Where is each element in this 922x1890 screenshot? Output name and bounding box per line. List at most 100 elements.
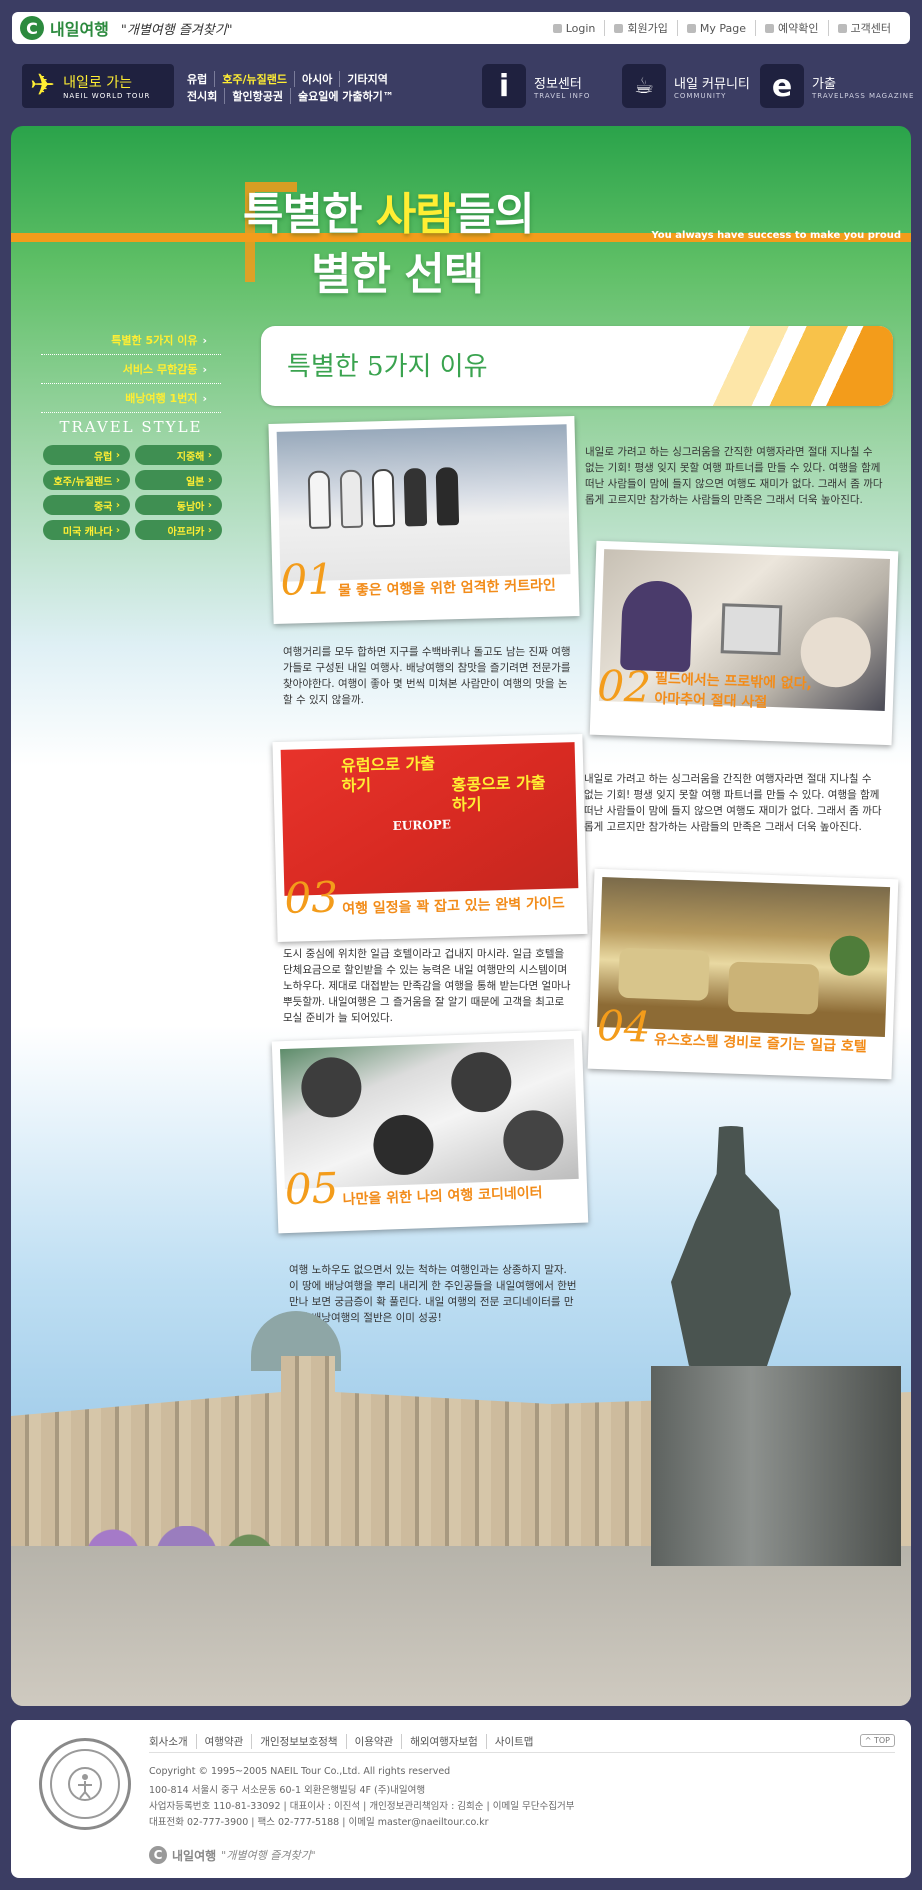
nav-item-getaway[interactable]: 술요일에 가출하기™ [289,88,401,104]
section-title: 특별한 5가지 이유 [287,352,488,382]
nav-row-regions: 유럽 호주/뉴질랜드 아시아 기타지역 [187,71,395,87]
statue-pedestal [651,1366,901,1566]
top-bar: C 내일여행 "개별여행 즐겨찾기" Login 회원가입 My Page 예약… [12,12,910,44]
footer-link-sitemap[interactable]: 사이트맵 [485,1734,542,1749]
nav-item-europe[interactable]: 유럽 [187,71,214,87]
reason-3-description: 내일로 가려고 하는 싱그러움을 간직한 여행자라면 절대 지나칠 수 없는 기… [584,773,882,833]
logo-mark-icon: C [20,16,44,40]
reason-5-description: 여행 노하우도 없으면서 있는 척하는 여행인과는 상종하지 말자. 이 땅에 … [289,1264,577,1324]
nav-brand-sub: NAEIL WORLD TOUR [63,92,151,100]
reason-number: 02 [596,660,652,712]
nav-brand-title: 내일로 가는 [63,75,132,91]
hero-tagline: You always have success to make you prou… [651,230,901,241]
main-content: 특별한 사람들의 별한 선택 You always have success t… [11,126,911,1706]
footer-address: 100-814 서울시 중구 서소문동 60-1 외환은행빌딩 4F (주)내일… [149,1785,426,1796]
nav-brand[interactable]: ✈ 내일로 가는 NAEIL WORLD TOUR [22,64,174,108]
style-pill-europe[interactable]: 유럽 › [43,445,130,465]
site-logo[interactable]: C 내일여행 "개별여행 즐겨찾기" [20,16,233,40]
arrow-icon: › [202,333,207,347]
footer-logo-text: 내일여행 [172,1848,217,1863]
nav-item-exhibition[interactable]: 전시회 [187,88,224,104]
arrow-icon: › [202,362,207,376]
style-pill-china[interactable]: 중국 › [43,495,130,515]
reservation-link[interactable]: 예약확인 [755,20,827,36]
arrow-icon: › [202,391,207,405]
magazine-e-icon: e [760,64,804,108]
company-seal-icon [39,1738,131,1830]
footer-copyright: Copyright © 1995~2005 NAEIL Tour Co.,Ltd… [149,1766,451,1777]
reason-caption-line2: 아마추어 절대 사절 [654,690,768,711]
join-link[interactable]: 회원가입 [604,20,676,36]
bullet-icon [614,23,624,33]
section-title-box: 특별한 5가지 이유 [261,326,893,406]
reason-caption: 유스호스텔 경비로 즐기는 일급 호텔 [653,1031,867,1056]
bullet-icon [552,23,562,33]
footer: 회사소개 여행약관 개인정보보호정책 이용약관 해외여행자보험 사이트맵 ^ T… [11,1720,911,1878]
customer-center-link[interactable]: 고객센터 [827,20,900,36]
reason-4-card: 04 유스호스텔 경비로 즐기는 일급 호텔 [587,868,899,1080]
footer-link-terms[interactable]: 이용약관 [345,1734,402,1749]
plaza-ground [11,1546,911,1706]
reason-caption: 나만을 위한 나의 여행 코디네이터 [342,1185,543,1209]
bullet-icon [686,23,696,33]
travel-style-list: 유럽 › 지중해 › 호주/뉴질랜드 › 일본 › 중국 › 동남아 › 미국 … [43,445,223,540]
footer-contact: 대표전화 02-777-3900 | 팩스 02-777-5188 | 이메일 … [149,1817,489,1828]
hero-title-line2: 별한 선택 [311,249,484,300]
reason-1-description: 내일로 가려고 하는 싱그러움을 간직한 여행자라면 절대 지나칠 수 없는 기… [585,446,883,506]
style-pill-america[interactable]: 미국 캐나다 › [43,520,130,540]
nav-item-other[interactable]: 기타지역 [339,71,394,87]
reason-2-card: 02 필드에서는 프로밖에 없다, 아마추어 절대 사절 [589,540,899,746]
style-pill-mediterranean[interactable]: 지중해 › [135,445,222,465]
travel-style-title: TRAVEL STYLE [59,418,203,436]
bullet-icon [837,23,847,33]
mypage-link[interactable]: My Page [676,20,755,36]
left-menu-item-backpacking[interactable]: 배낭여행 1번지 › [41,384,221,413]
equestrian-statue [671,1126,791,1366]
login-link[interactable]: Login [544,20,605,36]
reason-2-description: 여행거리를 모두 합하면 지구를 수백바퀴나 돌고도 남는 진짜 여행가들로 구… [283,646,571,706]
logo-text: 내일여행 [50,20,109,39]
footer-link-travel-terms[interactable]: 여행약관 [195,1734,252,1749]
title-box-decoration [673,326,893,406]
footer-link-privacy[interactable]: 개인정보보호정책 [251,1734,345,1749]
footer-divider [149,1752,895,1753]
footer-business-info: 사업자등록번호 110-81-33092 | 대표이사 : 이진석 | 개인정보… [149,1801,575,1812]
footer-logo-mark-icon: C [149,1846,167,1864]
nav-item-asia[interactable]: 아시아 [294,71,339,87]
reason-number: 05 [284,1163,340,1215]
reason-4-description: 도시 중심에 위치한 일급 호텔이라고 겁내지 마시라. 일급 호텔을 단체요금… [283,948,571,1024]
footer-link-insurance[interactable]: 해외여행자보험 [401,1734,486,1749]
bullet-icon [765,23,775,33]
airplane-icon: ✈ [30,68,56,103]
logo-slogan: "개별여행 즐겨찾기" [120,22,233,38]
info-icon: i [482,64,526,108]
left-menu-item-service[interactable]: 서비스 무한감동 › [41,355,221,384]
nav-travel-info[interactable]: i 정보센터 TRAVEL INFO [482,64,590,108]
reason-5-card: 05 나만을 위한 나의 여행 코디네이터 [271,1030,589,1234]
reason-1-card: 01 물 좋은 여행을 위한 엄격한 커트라인 [268,416,580,624]
nav-item-oceania[interactable]: 호주/뉴질랜드 [214,71,294,87]
reason-number: 01 [279,554,335,605]
up-arrow-icon: ^ [864,1736,872,1745]
style-pill-oceania[interactable]: 호주/뉴질랜드 › [43,470,130,490]
style-pill-africa[interactable]: 아프리카 › [135,520,222,540]
footer-logo-slogan: "개별여행 즐겨찾기" [221,1849,316,1862]
hero-title-line1: 특별한 사람들의 [243,189,535,240]
coffee-cup-icon: ☕ [622,64,666,108]
reason-number: 03 [283,872,339,923]
nav-item-airfare[interactable]: 할인항공권 [224,88,290,104]
reason-number: 04 [596,1000,652,1052]
scroll-top-button[interactable]: ^ TOP [859,1734,895,1747]
reason-3-card: 유럽으로 가출하기 홍콩으로 가출하기 EUROPE 03 여행 일정을 꽉 잡… [272,733,588,943]
nav-row-extra: 전시회 할인항공권 술요일에 가출하기™ [187,88,401,104]
reason-caption: 물 좋은 여행을 위한 엄격한 커트라인 [338,577,557,600]
nav-community[interactable]: ☕ 내일 커뮤니티 COMMUNITY [622,64,750,108]
left-menu: 특별한 5가지 이유 › 서비스 무한감동 › 배낭여행 1번지 › [41,326,221,413]
nav-magazine[interactable]: e 가출 TRAVELPASS MAGAZINE [760,64,914,108]
footer-link-about[interactable]: 회사소개 [149,1734,196,1749]
style-pill-japan[interactable]: 일본 › [135,470,222,490]
left-menu-item-reasons[interactable]: 특별한 5가지 이유 › [41,326,221,355]
footer-logo[interactable]: C 내일여행 "개별여행 즐겨찾기" [149,1846,316,1864]
style-pill-southeast-asia[interactable]: 동남아 › [135,495,222,515]
footer-links: 회사소개 여행약관 개인정보보호정책 이용약관 해외여행자보험 사이트맵 [149,1734,541,1749]
